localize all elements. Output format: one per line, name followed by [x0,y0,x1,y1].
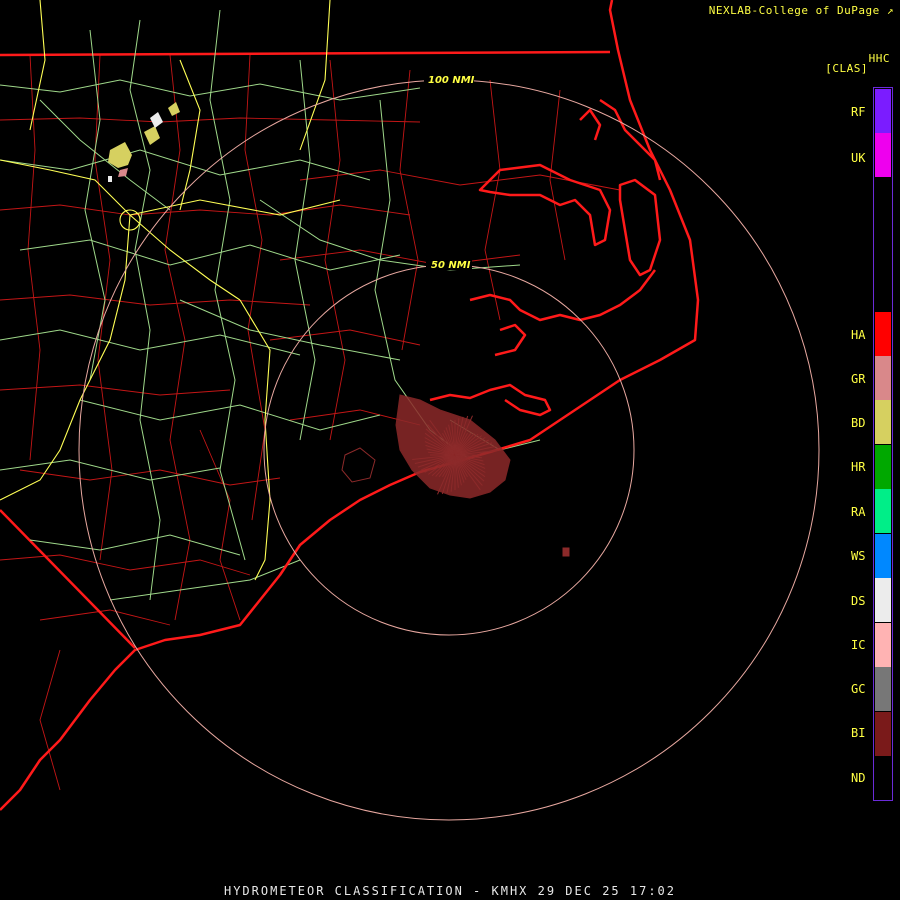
credit-label: NEXLAB-College of DuPage ↗ [709,4,894,17]
arrow-icon: ↗ [886,4,894,17]
interstates [0,0,341,581]
highways [0,9,541,601]
legend-swatch-bd [875,400,891,444]
legend-swatch-ra [875,489,891,533]
legend-swatch-bi [875,712,891,756]
legend-swatch-ds [875,578,891,622]
range-ring-100-label: 100 NMI [428,75,475,86]
legend-colorbar [873,87,893,801]
legend-label-ic: IC [851,638,866,652]
legend-swatch-hr [875,445,891,489]
legend-swatch-ha [875,312,891,356]
legend-label-bi: BI [851,726,866,740]
legend-swatch-gc [875,667,891,711]
legend-swatch-ws [875,534,891,578]
radar-map: 50 NMI 100 NMI [0,0,820,821]
legend-label-uk: UK [851,151,866,165]
precip-echoes [108,102,180,182]
legend-label-ha: HA [851,328,866,342]
legend-swatch-rf [875,89,891,133]
legend-label-ws: WS [851,549,866,563]
legend-label-gr: GR [851,372,866,386]
product-title: HYDROMETEOR CLASSIFICATION - KMHX 29 DEC… [223,884,676,898]
product-code: HHC [868,52,890,65]
legend-label-nd: ND [851,771,866,785]
legend-label-bd: BD [851,416,866,430]
county-lines [0,54,621,791]
state-borders [0,50,611,649]
legend-label-ds: DS [851,594,866,608]
credit-text: NEXLAB-College of DuPage [708,4,880,17]
product-name: [CLAS] [825,62,868,75]
legend-swatch-uk [875,133,891,177]
legend-swatch-gr [875,356,891,400]
legend-swatch-ic [875,623,891,667]
legend-label-gc: GC [851,682,866,696]
legend-label-rf: RF [851,105,866,119]
coastline [0,0,700,811]
legend-label-hr: HR [851,460,866,474]
range-ring-50-label: 50 NMI [431,260,471,271]
legend-label-ra: RA [851,505,866,519]
